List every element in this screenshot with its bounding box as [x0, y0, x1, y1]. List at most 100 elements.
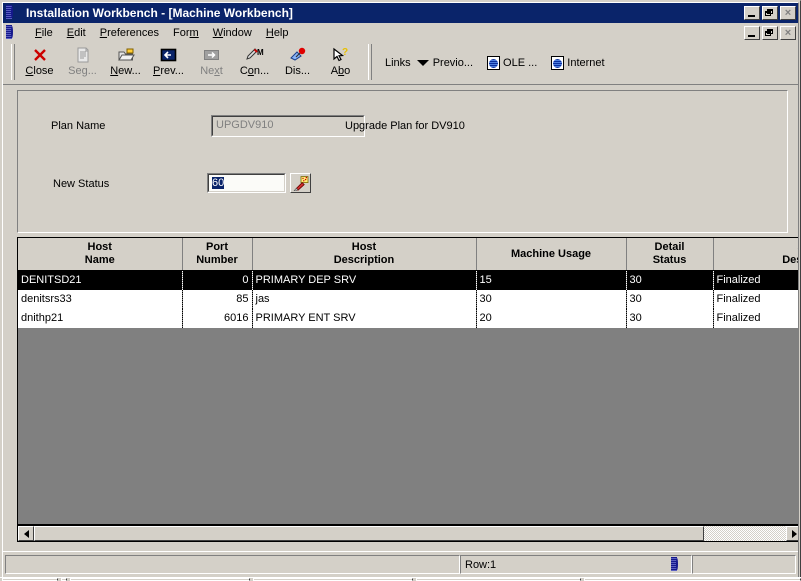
cell-machine-usage[interactable]: 30 — [476, 289, 627, 309]
column-header-machine-usage[interactable]: Machine Usage — [476, 238, 627, 271]
system-menu-globe-icon[interactable] — [6, 5, 22, 21]
link-ole-label: OLE ... — [503, 57, 538, 69]
arrow-question-icon: ? — [330, 46, 352, 64]
minimize-button[interactable] — [744, 6, 760, 20]
cell-host-description[interactable]: jas — [252, 289, 477, 309]
cell-status-description[interactable]: Finalized — [713, 270, 798, 290]
toolbar-button-next[interactable]: Next — [190, 44, 233, 82]
client-area: Plan Name UPGDV910 Upgrade Plan for DV91… — [3, 85, 798, 549]
menu-item-preferences[interactable]: Preferences — [93, 25, 166, 41]
mdi-minimize-button[interactable] — [744, 25, 760, 40]
cell-host-name[interactable]: denitsrs33 — [18, 289, 183, 309]
cell-detail-status[interactable]: 30 — [626, 270, 714, 290]
cell-detail-status[interactable]: 30 — [626, 289, 714, 309]
toolbar-button-seg[interactable]: Seg... — [61, 44, 104, 82]
previous-arrow-icon — [158, 46, 180, 64]
grid-horizontal-scrollbar[interactable] — [17, 525, 798, 542]
restore-button[interactable] — [762, 6, 778, 20]
cell-machine-usage[interactable]: 20 — [476, 308, 627, 328]
cell-status-description[interactable]: Finalized — [713, 308, 798, 328]
menu-bar: File Edit Preferences Form Window Help × — [3, 23, 798, 42]
status-pane-row: Row:1 — [460, 555, 692, 574]
status-pane-left — [5, 555, 460, 574]
toolbar-label-next: Next — [200, 65, 223, 77]
pencil-m-icon: M — [244, 46, 266, 64]
segment-document-icon — [72, 46, 94, 64]
new-status-visual-assist-button[interactable] — [290, 173, 311, 193]
cell-host-name[interactable]: DENITSD21 — [18, 270, 183, 290]
toolbar-button-about[interactable]: ? Abo — [319, 44, 362, 82]
column-header-host-name[interactable]: Host Name — [18, 238, 183, 271]
scroll-left-icon[interactable] — [18, 526, 34, 541]
machine-grid[interactable]: Host Name Port Number Host Description M… — [17, 237, 798, 525]
menu-item-help[interactable]: Help — [259, 25, 296, 41]
cell-machine-usage[interactable]: 15 — [476, 270, 627, 290]
next-arrow-icon — [201, 46, 223, 64]
scroll-right-icon[interactable] — [786, 526, 798, 541]
toolbar-label-display: Dis... — [284, 65, 311, 77]
link-previous-label: Previo... — [432, 57, 474, 69]
column-header-detail-status[interactable]: Detail Status — [626, 238, 714, 271]
column-header-port-number[interactable]: Port Number — [182, 238, 253, 271]
mdi-close-button[interactable]: × — [780, 25, 796, 40]
machine-grid-table: Host Name Port Number Host Description M… — [18, 238, 798, 328]
links-label: Links — [385, 57, 411, 69]
link-internet[interactable]: Internet — [551, 56, 605, 70]
cell-status-description[interactable]: Finalized — [713, 289, 798, 309]
cell-host-description[interactable]: PRIMARY ENT SRV — [252, 308, 477, 328]
menu-item-form[interactable]: Form — [166, 25, 206, 41]
toolbar-label-previous: Prev... — [153, 65, 184, 77]
toolbar-label-new: New... — [110, 65, 141, 77]
toolbar-label-about: Abo — [330, 65, 351, 77]
menu-item-file[interactable]: File — [28, 25, 60, 41]
mdi-restore-button[interactable] — [762, 25, 778, 40]
status-bar: Row:1 — [3, 551, 798, 577]
flashlight-icon — [293, 175, 308, 191]
plan-name-input[interactable]: UPGDV910 — [211, 115, 365, 137]
cell-detail-status[interactable]: 30 — [626, 308, 714, 328]
toolbar-button-previous[interactable]: Prev... — [147, 44, 190, 82]
link-ole[interactable]: OLE ... — [487, 56, 537, 70]
toolbar-button-close[interactable]: Close — [18, 44, 61, 82]
scrollbar-thumb[interactable] — [34, 526, 704, 541]
new-folder-icon — [115, 46, 137, 64]
svg-text:?: ? — [342, 47, 348, 58]
scrollbar-track[interactable] — [704, 526, 786, 541]
link-internet-label: Internet — [567, 57, 605, 69]
table-row[interactable]: dnithp21 6016 PRIMARY ENT SRV 20 30 Fina… — [18, 308, 798, 328]
new-status-input[interactable]: 60 — [207, 173, 286, 193]
column-header-status-description[interactable]: St Desc — [713, 238, 798, 271]
display-pin-icon — [287, 46, 309, 64]
toolbar-label-configure: Con... — [239, 65, 270, 77]
new-status-value: 60 — [212, 177, 225, 189]
menu-item-window[interactable]: Window — [206, 25, 259, 41]
toolbar-grip[interactable] — [11, 44, 15, 80]
toolbar-label-seg: Seg... — [68, 65, 97, 77]
window-controls: × — [744, 6, 796, 20]
plan-name-value: UPGDV910 — [216, 119, 274, 131]
status-row-text: Row:1 — [465, 558, 497, 571]
link-previous[interactable]: Previo... — [416, 57, 474, 69]
cell-host-description[interactable]: PRIMARY DEP SRV — [252, 270, 477, 290]
table-row[interactable]: denitsrs33 85 jas 30 30 Finalized — [18, 289, 798, 309]
table-row[interactable]: DENITSD21 0 PRIMARY DEP SRV 15 30 Finali… — [18, 270, 798, 290]
cell-port-number[interactable]: 6016 — [182, 308, 253, 328]
status-globe-icon[interactable] — [671, 557, 687, 573]
column-header-host-description[interactable]: Host Description — [252, 238, 477, 271]
toolbar-grip-2[interactable] — [368, 44, 372, 80]
status-pane-right — [692, 555, 796, 574]
cell-port-number[interactable]: 0 — [182, 270, 253, 290]
toolbar-button-display[interactable]: Dis... — [276, 44, 319, 82]
cell-port-number[interactable]: 85 — [182, 289, 253, 309]
close-button[interactable]: × — [780, 6, 796, 20]
menu-item-edit[interactable]: Edit — [60, 25, 93, 41]
toolbar-button-configure[interactable]: M Con... — [233, 44, 276, 82]
ole-document-icon — [487, 56, 501, 70]
toolbar-button-new[interactable]: New... — [104, 44, 147, 82]
mdi-system-menu-globe-icon[interactable] — [6, 25, 22, 41]
cell-host-name[interactable]: dnithp21 — [18, 308, 183, 328]
svg-text:M: M — [257, 48, 264, 57]
window-title: Installation Workbench - [Machine Workbe… — [26, 6, 293, 20]
close-x-icon — [29, 46, 51, 64]
title-bar[interactable]: Installation Workbench - [Machine Workbe… — [3, 3, 798, 23]
